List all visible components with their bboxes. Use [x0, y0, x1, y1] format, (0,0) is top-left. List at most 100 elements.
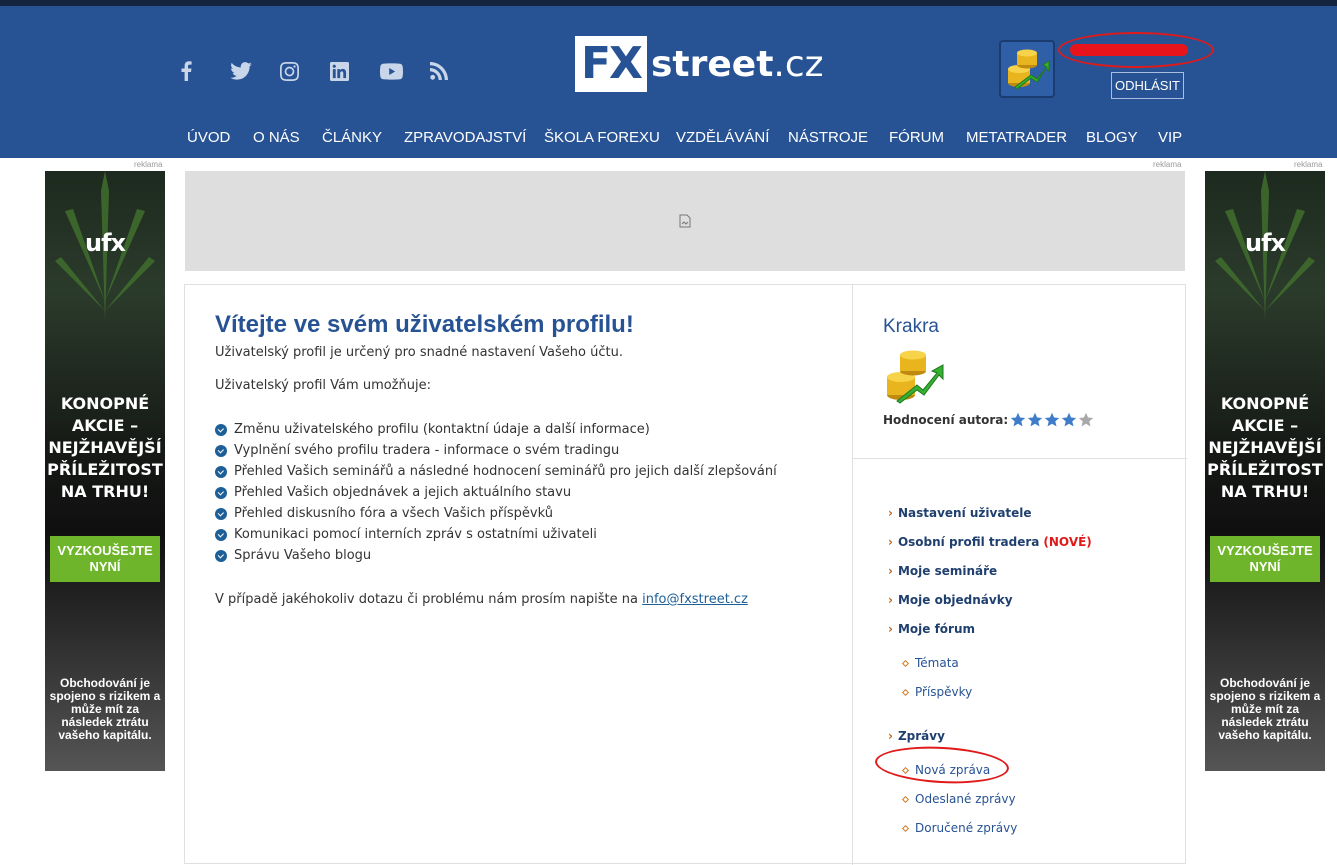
diamond-bullet-icon	[901, 824, 910, 832]
list-item: Vyplnění svého profilu tradera - informa…	[215, 440, 777, 461]
submenu-item-topics[interactable]: Témata	[901, 656, 959, 670]
nav-item-forum[interactable]: FÓRUM	[889, 129, 944, 146]
contact-email-link[interactable]: info@fxstreet.cz	[642, 592, 748, 607]
feature-text: Komunikaci pomocí interních zpráv s osta…	[234, 527, 597, 542]
submenu-item-sent-messages[interactable]: Odeslané zprávy	[901, 792, 1016, 806]
list-item: Přehled Vašich objednávek a jejich aktuá…	[215, 482, 777, 503]
nav-item-blogy[interactable]: BLOGY	[1086, 129, 1138, 146]
welcome-section: Vítejte ve svém uživatelském profilu! Už…	[185, 285, 852, 865]
ad-headline: KONOPNÉ AKCIE – NEJŽHAVĚJŠÍ PŘÍLEŽITOST …	[47, 394, 163, 501]
feature-text: Přehled diskusního fóra a všech Vašich p…	[234, 506, 553, 521]
chevron-right-icon: ›	[888, 535, 893, 549]
intro-text: Uživatelský profil je určený pro snadné …	[215, 345, 623, 360]
site-header: FX street.cz ODHLÁSIT ÚVOD O NÁS ČLÁNKY …	[0, 6, 1337, 158]
nav-item-vzdelavani[interactable]: VZDĚLÁVÁNÍ	[676, 129, 769, 146]
enables-text: Uživatelský profil Vám umožňuje:	[215, 378, 431, 393]
menu-item-trader-profile[interactable]: › Osobní profil tradera (NOVÉ)	[888, 535, 1092, 549]
star-filled-icon	[1010, 412, 1026, 427]
ad-headline: KONOPNÉ AKCIE – NEJŽHAVĚJŠÍ PŘÍLEŽITOST …	[1207, 394, 1323, 501]
menu-label: Odeslané zprávy	[915, 792, 1016, 806]
instagram-icon[interactable]	[280, 58, 330, 84]
menu-label: Zprávy	[897, 729, 945, 743]
feature-text: Vyplnění svého profilu tradera - informa…	[234, 443, 620, 458]
menu-item-orders[interactable]: › Moje objednávky	[888, 593, 1013, 607]
menu-label: Moje objednávky	[897, 593, 1013, 607]
site-logo[interactable]: FX street.cz	[575, 36, 824, 92]
submenu-item-received-messages[interactable]: Doručené zprávy	[901, 821, 1018, 835]
nav-item-clanky[interactable]: ČLÁNKY	[322, 129, 382, 146]
nav-item-zpravodajstvi[interactable]: ZPRAVODAJSTVÍ	[404, 129, 526, 146]
nav-item-vip[interactable]: VIP	[1158, 129, 1182, 146]
feature-list: Změnu uživatelského profilu (kontaktní ú…	[215, 419, 777, 566]
ad-cta-button[interactable]: VYZKOUŠEJTE NYNÍ	[50, 536, 160, 582]
ad-brand-logo: ufx	[1244, 229, 1286, 257]
check-bullet-icon	[215, 444, 227, 457]
linkedin-icon[interactable]	[330, 58, 380, 84]
nav-item-nastroje[interactable]: NÁSTROJE	[788, 129, 868, 146]
youtube-icon[interactable]	[380, 58, 430, 84]
profile-sidebar: Krakra Hodnocení autora: › Nastavení uživ…	[852, 285, 1187, 865]
annotation-circle	[1058, 32, 1214, 68]
ad-label-left: reklama	[134, 160, 163, 169]
broken-image-icon	[679, 214, 691, 228]
star-filled-icon	[1044, 412, 1060, 427]
chevron-right-icon: ›	[888, 506, 893, 520]
menu-label: Nastavení uživatele	[897, 506, 1032, 520]
submenu-item-posts[interactable]: Příspěvky	[901, 685, 972, 699]
star-filled-icon	[1061, 412, 1077, 427]
ad-disclaimer: Obchodování je spojeno s rizikem a může …	[1209, 676, 1321, 742]
menu-item-settings[interactable]: › Nastavení uživatele	[888, 506, 1032, 520]
ad-cta-button[interactable]: VYZKOUŠEJTE NYNÍ	[1210, 536, 1320, 582]
logout-button[interactable]: ODHLÁSIT	[1111, 72, 1184, 99]
annotation-circle	[874, 743, 1010, 787]
ad-label-right: reklama	[1294, 160, 1323, 169]
chevron-right-icon: ›	[888, 564, 893, 578]
menu-label: Moje fórum	[897, 622, 975, 636]
nav-item-skola-forexu[interactable]: ŠKOLA FOREXU	[544, 129, 660, 146]
side-ad-left[interactable]: ufx KONOPNÉ AKCIE – NEJŽHAVĚJŠÍ PŘÍLEŽIT…	[45, 171, 165, 771]
menu-label: Témata	[915, 656, 959, 670]
user-name-redacted[interactable]	[1058, 32, 1214, 68]
author-name: Krakra	[883, 316, 939, 337]
feature-text: Správu Vašeho blogu	[234, 548, 372, 563]
sidebar-divider	[853, 458, 1187, 459]
page-title: Vítejte ve svém uživatelském profilu!	[215, 311, 634, 338]
profile-panel: Vítejte ve svém uživatelském profilu! Už…	[184, 284, 1187, 865]
nav-item-o-nas[interactable]: O NÁS	[253, 129, 300, 146]
check-bullet-icon	[215, 528, 227, 541]
nav-item-uvod[interactable]: ÚVOD	[187, 129, 230, 146]
feature-text: Přehled Vašich objednávek a jejich aktuá…	[234, 485, 572, 500]
chevron-right-icon: ›	[888, 729, 893, 743]
list-item: Přehled diskusního fóra a všech Vašich p…	[215, 503, 777, 524]
ad-brand-logo: ufx	[84, 229, 126, 257]
coins-chart-icon	[1008, 49, 1050, 90]
diamond-bullet-icon	[901, 688, 910, 696]
check-bullet-icon	[215, 423, 227, 436]
check-bullet-icon	[215, 549, 227, 562]
menu-item-forum[interactable]: › Moje fórum	[888, 622, 975, 636]
coins-chart-icon	[887, 350, 944, 404]
menu-item-messages[interactable]: › Zprávy	[888, 729, 945, 743]
twitter-icon[interactable]	[230, 58, 280, 84]
contact-text-label: V případě jakéhokoliv dotazu či problému…	[215, 592, 638, 607]
list-item: Komunikaci pomocí interních zpráv s osta…	[215, 524, 777, 545]
facebook-icon[interactable]	[180, 58, 230, 84]
ad-disclaimer: Obchodování je spojeno s rizikem a může …	[49, 676, 161, 742]
rss-icon[interactable]	[430, 58, 480, 84]
new-badge: (NOVÉ)	[1043, 535, 1092, 549]
check-bullet-icon	[215, 507, 227, 520]
rating-label: Hodnocení autora:	[883, 413, 1009, 427]
user-avatar[interactable]	[999, 40, 1055, 98]
check-bullet-icon	[215, 486, 227, 499]
star-filled-icon	[1027, 412, 1043, 427]
menu-label: Moje semináře	[897, 564, 998, 578]
list-item: Změnu uživatelského profilu (kontaktní ú…	[215, 419, 777, 440]
menu-label: Osobní profil tradera	[897, 535, 1040, 549]
banner-ad-placeholder[interactable]	[185, 171, 1185, 271]
menu-item-seminars[interactable]: › Moje semináře	[888, 564, 997, 578]
nav-item-metatrader[interactable]: METATRADER	[966, 129, 1067, 146]
check-bullet-icon	[215, 465, 227, 478]
diamond-bullet-icon	[901, 795, 910, 803]
menu-label: Doručené zprávy	[915, 821, 1018, 835]
side-ad-right[interactable]: ufx KONOPNÉ AKCIE – NEJŽHAVĚJŠÍ PŘÍLEŽIT…	[1205, 171, 1325, 771]
